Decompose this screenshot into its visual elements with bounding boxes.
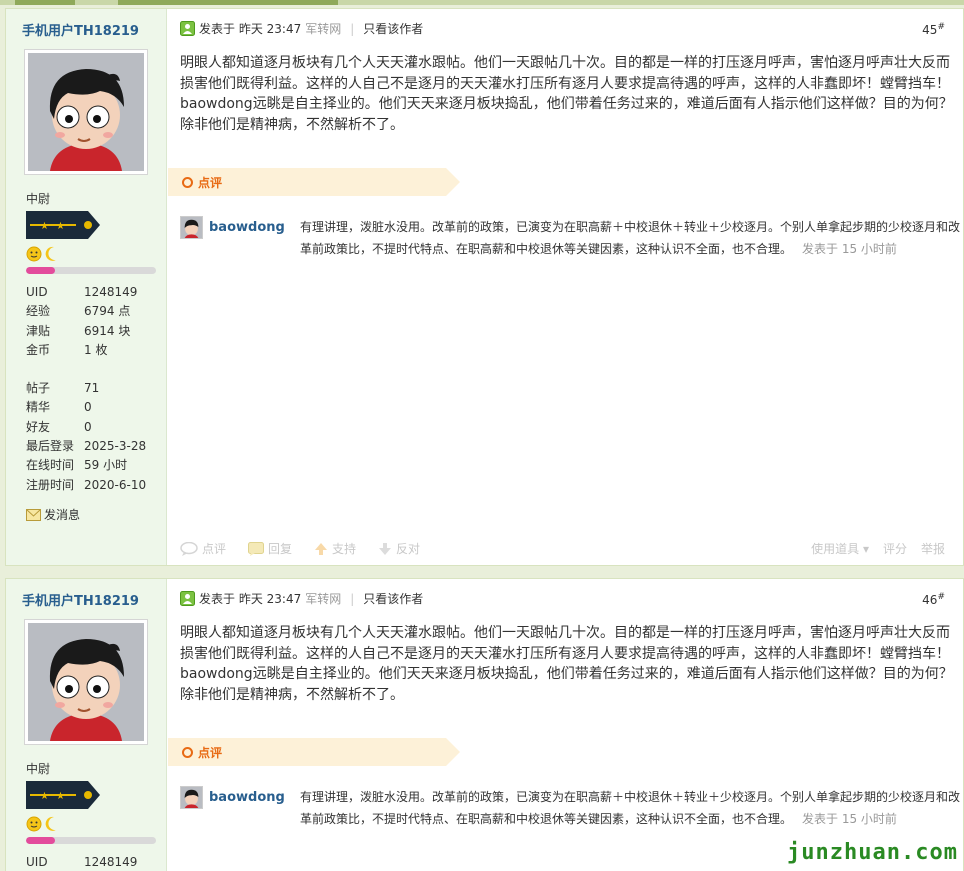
post-time: 发表于 昨天 23:47 — [199, 592, 302, 606]
avatar-image — [28, 53, 144, 171]
stat-value: 6914 块 — [84, 323, 131, 338]
stat-value: 6794 点 — [84, 304, 131, 319]
level-progress — [26, 267, 156, 274]
rate-button[interactable]: 评分 — [883, 540, 907, 557]
stat-value[interactable]: 0 — [84, 418, 92, 437]
stat-label: UID — [26, 855, 48, 869]
use-tool-dropdown[interactable]: 使用道具 ▾ — [797, 540, 869, 557]
level-progress — [26, 837, 156, 844]
stat-value[interactable]: 1248149 — [84, 853, 137, 871]
author-name-link[interactable]: 手机用户TH18219 — [22, 20, 139, 39]
reply-button[interactable]: 回复 — [248, 540, 292, 557]
online-status-icon — [180, 21, 195, 36]
reply-icon — [248, 541, 265, 556]
stat-label: 津贴 — [26, 323, 51, 338]
comment-bubble-icon — [180, 541, 198, 556]
avatar-image — [28, 623, 144, 741]
stat-label: 注册时间 — [26, 477, 75, 492]
user-stats: UID 1248149 经验 6794 点 津贴 6914 块 金币 1 枚 帖子 71 … — [26, 283, 166, 495]
comment-section-header: 点评 — [168, 738, 460, 766]
top-border-segment — [15, 0, 75, 5]
post-actions-right: 使用道具 ▾ 评分 举报 — [783, 540, 945, 557]
send-message-link[interactable]: 发消息 — [26, 506, 80, 523]
post-meta: 发表于 昨天 23:47 军转网 | 只看该作者 — [180, 590, 423, 607]
floor-number[interactable]: 46# — [922, 592, 945, 607]
only-author-link[interactable]: 只看该作者 — [363, 590, 423, 607]
stat-label: 经验 — [26, 304, 51, 319]
post-source: 军转网 — [305, 22, 342, 36]
stat-value: 2025-3-28 — [84, 439, 147, 454]
svg-text:★: ★ — [56, 791, 65, 802]
only-author-link[interactable]: 只看该作者 — [363, 20, 423, 37]
comment-label: 点评 — [198, 176, 223, 190]
post-content: 明眼人都知道逐月板块有几个人天天灌水跟帖。他们一天跟帖几十次。目的都是一样的打压… — [180, 55, 953, 133]
commenter-name-link[interactable]: baowdong — [209, 220, 285, 235]
rank-insignia-icon: ★ ★ — [26, 211, 100, 239]
commenter-name-link[interactable]: baowdong — [209, 790, 285, 805]
stat-label: 金币 — [26, 342, 51, 357]
post-45: 手机用户TH18219 中尉 ★ ★ UID 1248149 经验 6794 点… — [5, 8, 964, 566]
post-actions: 点评 回复 支持 反对 — [180, 540, 442, 557]
report-button[interactable]: 举报 — [921, 540, 945, 557]
svg-text:★: ★ — [40, 791, 49, 802]
user-rank: 中尉 — [26, 762, 51, 776]
stat-label: 帖子 — [26, 381, 51, 396]
thumb-up-icon — [315, 542, 328, 555]
stat-value[interactable]: 71 — [84, 379, 99, 398]
comment-time: 发表于 15 小时前 — [802, 242, 897, 256]
floor-number[interactable]: 45# — [922, 22, 945, 37]
comment-text: 有理讲理，泼脏水没用。改革前的政策，已演变为在职高薪＋中校退休＋转业＋少校逐月。… — [300, 786, 960, 830]
post-main: 发表于 昨天 23:47 军转网 | 只看该作者 45# 明眼人都知道逐月板块有… — [168, 9, 963, 565]
post-main: 发表于 昨天 23:47 军转网 | 只看该作者 46# 明眼人都知道逐月板块有… — [168, 579, 963, 871]
comment-time: 发表于 15 小时前 — [802, 812, 897, 826]
author-sidebar: 手机用户TH18219 中尉 ★ ★ — [6, 9, 167, 565]
stat-label: UID — [26, 285, 48, 299]
comment-circle-icon — [182, 177, 193, 188]
stat-value: 2020-6-10 — [84, 477, 147, 492]
comment-section-header: 点评 — [168, 168, 460, 196]
stat-value[interactable]: 0 — [84, 398, 92, 417]
oppose-button[interactable]: 反对 — [378, 540, 420, 557]
level-icons — [26, 246, 56, 262]
comment-text: 有理讲理，泼脏水没用。改革前的政策，已演变为在职高薪＋中校退休＋转业＋少校逐月。… — [300, 216, 960, 260]
level-icons — [26, 816, 56, 832]
user-stats: UID 1248149 — [26, 853, 166, 871]
stat-label: 最后登录 — [26, 439, 75, 454]
site-watermark: junzhuan.com — [787, 840, 958, 865]
stat-value[interactable]: 1248149 — [84, 283, 137, 302]
author-name-link[interactable]: 手机用户TH18219 — [22, 590, 139, 609]
svg-text:★: ★ — [56, 221, 65, 232]
comment-label: 点评 — [198, 746, 223, 760]
top-border — [0, 0, 964, 5]
post-meta: 发表于 昨天 23:47 军转网 | 只看该作者 — [180, 20, 423, 37]
post-time: 发表于 昨天 23:47 — [199, 22, 302, 36]
comment-circle-icon — [182, 747, 193, 758]
envelope-icon — [26, 508, 41, 521]
comment-button[interactable]: 点评 — [180, 540, 226, 557]
avatar[interactable] — [24, 619, 148, 745]
commenter-avatar[interactable] — [180, 786, 203, 809]
stat-label: 在线时间 — [26, 458, 75, 473]
svg-text:★: ★ — [40, 221, 49, 232]
avatar[interactable] — [24, 49, 148, 175]
commenter-avatar[interactable] — [180, 216, 203, 239]
online-status-icon — [180, 591, 195, 606]
rank-insignia-icon: ★ ★ — [26, 781, 100, 809]
stat-value: 59 小时 — [84, 458, 128, 473]
post-source: 军转网 — [305, 592, 342, 606]
post-46: 手机用户TH18219 中尉 ★ ★ UID 1248149 发表于 昨天 23… — [5, 578, 964, 871]
send-message-label: 发消息 — [44, 508, 81, 522]
author-sidebar: 手机用户TH18219 中尉 ★ ★ — [6, 579, 167, 871]
thumb-down-icon — [379, 542, 392, 555]
stat-value: 1 枚 — [84, 342, 108, 357]
user-rank: 中尉 — [26, 192, 51, 206]
support-button[interactable]: 支持 — [314, 540, 356, 557]
top-border-segment — [118, 0, 338, 5]
stat-label: 好友 — [26, 419, 51, 434]
stat-label: 精华 — [26, 400, 51, 415]
post-content: 明眼人都知道逐月板块有几个人天天灌水跟帖。他们一天跟帖几十次。目的都是一样的打压… — [180, 625, 953, 703]
